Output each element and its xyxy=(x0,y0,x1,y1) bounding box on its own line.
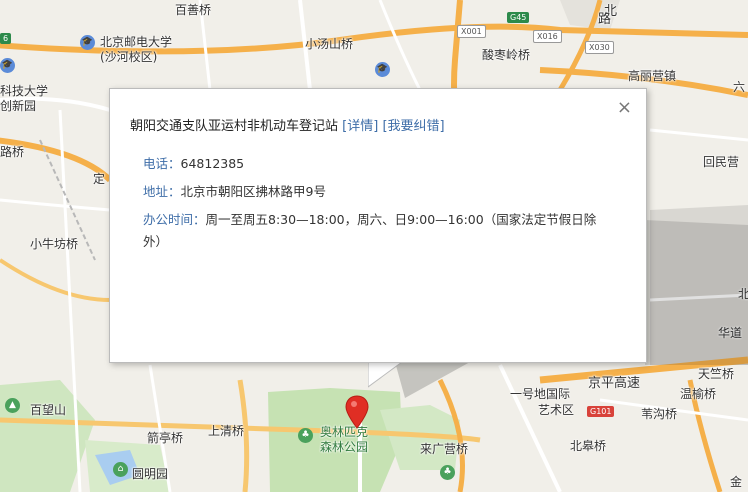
map-label-huiminying: 回民营 xyxy=(703,155,740,169)
map-label-gaoliying: 高丽营镇 xyxy=(628,69,677,83)
map-label-shangqing-bridge: 上清桥 xyxy=(208,424,245,438)
map-label-huadao: 华道 xyxy=(718,326,743,340)
map-label-weigou-bridge: 苇沟桥 xyxy=(641,407,678,421)
hours-row: 办公时间：周一至周五8:30—18:00，周六、日9:00—16:00（国家法定… xyxy=(143,209,613,253)
map-label-xiaotangshan-bridge: 小汤山桥 xyxy=(305,37,354,51)
map-label-beigao-bridge: 北皋桥 xyxy=(570,439,607,453)
map-label-suanzaoling-bridge: 酸枣岭桥 xyxy=(482,48,531,62)
popup-title: 朝阳交通支队亚运村非机动车登记站 xyxy=(130,119,339,134)
map-label-yihaodi-art-2: 艺术区 xyxy=(538,403,575,417)
road-shield-g101: G101 xyxy=(587,406,615,417)
map-label-bei-right: 北 xyxy=(738,287,748,301)
map-label-jin: 金 xyxy=(730,475,743,489)
map-label-lu-top: 路 xyxy=(598,12,612,27)
graduation-cap-icon-3[interactable]: 🎓 xyxy=(0,58,15,73)
phone-value: 64812385 xyxy=(180,156,245,171)
location-info-popup: × 朝阳交通支队亚运村非机动车登记站 [详情] [我要纠错] 电话：648123… xyxy=(109,88,647,363)
road-shield-6: 6 xyxy=(0,33,12,44)
map-label-baiwangshan: 百望山 xyxy=(30,403,67,417)
address-value: 北京市朝阳区拂林路甲9号 xyxy=(180,184,326,199)
detail-link[interactable]: [详情] xyxy=(342,119,378,134)
phone-row: 电话：64812385 xyxy=(143,153,244,175)
map-label-ding: 定 xyxy=(93,172,106,186)
map-label-liu: 六 xyxy=(733,80,746,94)
map-label-yihaodi-art-1: 一号地国际 xyxy=(510,387,571,401)
road-shield-g45: G45 xyxy=(507,12,530,23)
palace-icon[interactable]: ⌂ xyxy=(113,462,128,477)
map-label-jianting-bridge: 箭亭桥 xyxy=(147,431,184,445)
park-tree-icon[interactable]: ♣ xyxy=(298,428,313,443)
map-label-olympic-park-2: 森林公园 xyxy=(320,440,369,454)
map-label-bupt-campus: (沙河校区) xyxy=(100,50,158,64)
address-row: 地址：北京市朝阳区拂林路甲9号 xyxy=(143,181,326,203)
address-label: 地址： xyxy=(143,184,181,199)
park-tree-icon-2[interactable]: ♣ xyxy=(440,465,455,480)
map-label-wenyu-bridge: 温榆桥 xyxy=(680,387,717,401)
road-shield-x016: X016 xyxy=(533,30,562,43)
road-shield-x030: X030 xyxy=(585,41,614,54)
hours-label: 办公时间： xyxy=(143,212,206,227)
map-label-yuanmingyuan: 圆明园 xyxy=(132,467,169,481)
map-label-laiguangying-bridge: 来广营桥 xyxy=(420,442,469,456)
hours-value: 周一至周五8:30—18:00，周六、日9:00—16:00（国家法定节假日除外… xyxy=(143,212,597,249)
graduation-cap-icon-2[interactable]: 🎓 xyxy=(375,62,390,77)
popup-title-row: 朝阳交通支队亚运村非机动车登记站 [详情] [我要纠错] xyxy=(130,115,445,134)
popup-tail xyxy=(368,362,402,388)
close-icon[interactable]: × xyxy=(617,99,632,117)
map-label-jingping-expressway: 京平高速 xyxy=(588,376,641,391)
map-label-innovation-park: 创新园 xyxy=(0,99,37,113)
map-label-tianzhu-bridge: 天竺桥 xyxy=(698,367,735,381)
mountain-icon[interactable]: ▲ xyxy=(5,398,20,413)
road-shield-x001: X001 xyxy=(457,25,486,38)
phone-label: 电话： xyxy=(143,156,181,171)
report-error-link[interactable]: [我要纠错] xyxy=(382,119,444,134)
map-label-xiaoniufang-bridge: 小牛坊桥 xyxy=(30,237,79,251)
map-label-baishan-bridge: 百善桥 xyxy=(175,3,212,17)
map-label-lu-bridge: 路桥 xyxy=(0,145,25,159)
location-pin-icon[interactable] xyxy=(345,395,369,429)
graduation-cap-icon[interactable]: 🎓 xyxy=(80,35,95,50)
